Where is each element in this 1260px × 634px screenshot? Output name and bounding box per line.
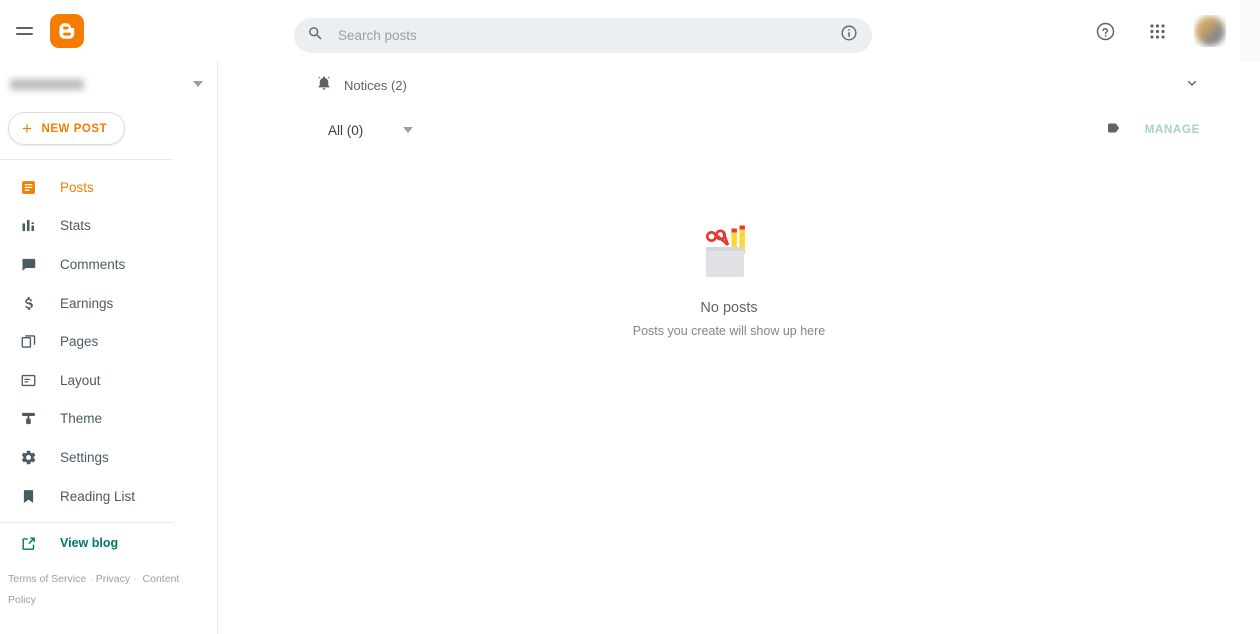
notices-bar: Notices (2) bbox=[218, 62, 1240, 108]
sidebar-item-label: Stats bbox=[60, 218, 91, 234]
empty-state-subtitle: Posts you create will show up here bbox=[632, 324, 826, 338]
external-link-icon bbox=[18, 535, 38, 552]
notices-toggle[interactable]: Notices (2) bbox=[316, 75, 407, 96]
view-blog-label: View blog bbox=[60, 536, 119, 551]
page-edge-strip bbox=[1240, 0, 1260, 62]
search-bar[interactable] bbox=[294, 18, 872, 53]
posts-icon bbox=[18, 177, 38, 197]
new-post-container: + NEW POST bbox=[0, 106, 217, 159]
hamburger-line bbox=[15, 33, 33, 35]
empty-state: No posts Posts you create will show up h… bbox=[218, 220, 1240, 338]
sidebar-item-label: Layout bbox=[60, 372, 101, 388]
sidebar-item-earnings[interactable]: Earnings bbox=[0, 284, 217, 323]
empty-state-title: No posts bbox=[700, 300, 758, 316]
chevron-down-icon[interactable] bbox=[1184, 75, 1200, 96]
sidebar-item-label: Pages bbox=[60, 334, 99, 350]
sidebar-nav: Posts Stats Comments Earnings Pages Layo… bbox=[0, 160, 217, 515]
sidebar-item-settings[interactable]: Settings bbox=[0, 438, 217, 477]
view-blog-link[interactable]: View blog bbox=[0, 523, 217, 563]
pencil-cup-illustration bbox=[692, 220, 766, 282]
new-post-label: NEW POST bbox=[41, 122, 108, 135]
pages-icon bbox=[18, 332, 38, 352]
sidebar-item-comments[interactable]: Comments bbox=[0, 245, 217, 284]
avatar[interactable] bbox=[1194, 15, 1226, 47]
sidebar: + NEW POST Posts Stats Comments Earnings… bbox=[0, 62, 218, 634]
stats-icon bbox=[18, 216, 38, 236]
blog-selector[interactable] bbox=[0, 62, 217, 106]
main-content: Notices (2) All (0) MANAGE No posts Post… bbox=[218, 62, 1240, 634]
hamburger-menu-icon[interactable] bbox=[6, 13, 42, 49]
footer-separator: · bbox=[133, 573, 137, 586]
sidebar-item-label: Comments bbox=[60, 256, 126, 272]
sidebar-item-reading-list[interactable]: Reading List bbox=[0, 477, 217, 516]
theme-icon bbox=[18, 409, 38, 429]
reading-list-icon bbox=[18, 486, 38, 506]
posts-filter-bar: All (0) MANAGE bbox=[218, 108, 1240, 152]
top-app-bar bbox=[0, 0, 1240, 62]
sidebar-item-label: Theme bbox=[60, 411, 103, 427]
sidebar-item-label: Posts bbox=[60, 179, 94, 195]
sidebar-item-pages[interactable]: Pages bbox=[0, 322, 217, 361]
comments-icon bbox=[18, 254, 38, 274]
blog-name-redacted bbox=[10, 78, 84, 90]
sidebar-footer: Terms of Service · Privacy · Content Policy bbox=[0, 563, 217, 611]
chevron-down-icon bbox=[403, 127, 414, 133]
sidebar-item-theme[interactable]: Theme bbox=[0, 400, 217, 439]
sidebar-item-label: Settings bbox=[60, 449, 109, 465]
sidebar-item-label: Earnings bbox=[60, 295, 114, 311]
blogger-logo-icon[interactable] bbox=[50, 14, 84, 48]
sidebar-item-posts[interactable]: Posts bbox=[0, 168, 217, 207]
plus-icon: + bbox=[22, 119, 33, 138]
hamburger-line bbox=[15, 27, 33, 29]
label-tag-icon[interactable] bbox=[1105, 119, 1123, 142]
settings-icon bbox=[18, 447, 38, 467]
filter-actions: MANAGE bbox=[1105, 119, 1200, 142]
avatar-image bbox=[1195, 16, 1225, 46]
search-icon bbox=[307, 25, 324, 47]
topbar-actions bbox=[1090, 0, 1226, 62]
post-filter-dropdown[interactable]: All (0) bbox=[328, 122, 414, 138]
sidebar-item-stats[interactable]: Stats bbox=[0, 207, 217, 246]
notices-label: Notices (2) bbox=[344, 77, 407, 93]
layout-icon bbox=[18, 370, 38, 390]
earnings-icon bbox=[18, 293, 38, 313]
help-circle-icon[interactable] bbox=[1090, 16, 1120, 46]
post-filter-label: All (0) bbox=[328, 122, 364, 138]
sidebar-item-label: Reading List bbox=[60, 488, 136, 504]
new-post-button[interactable]: + NEW POST bbox=[8, 112, 126, 145]
sidebar-item-layout[interactable]: Layout bbox=[0, 361, 217, 400]
terms-of-service-link[interactable]: Terms of Service bbox=[8, 573, 86, 585]
search-input[interactable] bbox=[338, 28, 832, 43]
bell-icon bbox=[316, 75, 332, 96]
info-circle-icon[interactable] bbox=[840, 24, 858, 47]
apps-grid-icon[interactable] bbox=[1142, 16, 1172, 46]
footer-separator: · bbox=[89, 573, 93, 586]
privacy-link[interactable]: Privacy bbox=[96, 573, 130, 585]
chevron-down-icon bbox=[193, 81, 203, 87]
manage-labels-link[interactable]: MANAGE bbox=[1145, 124, 1200, 136]
